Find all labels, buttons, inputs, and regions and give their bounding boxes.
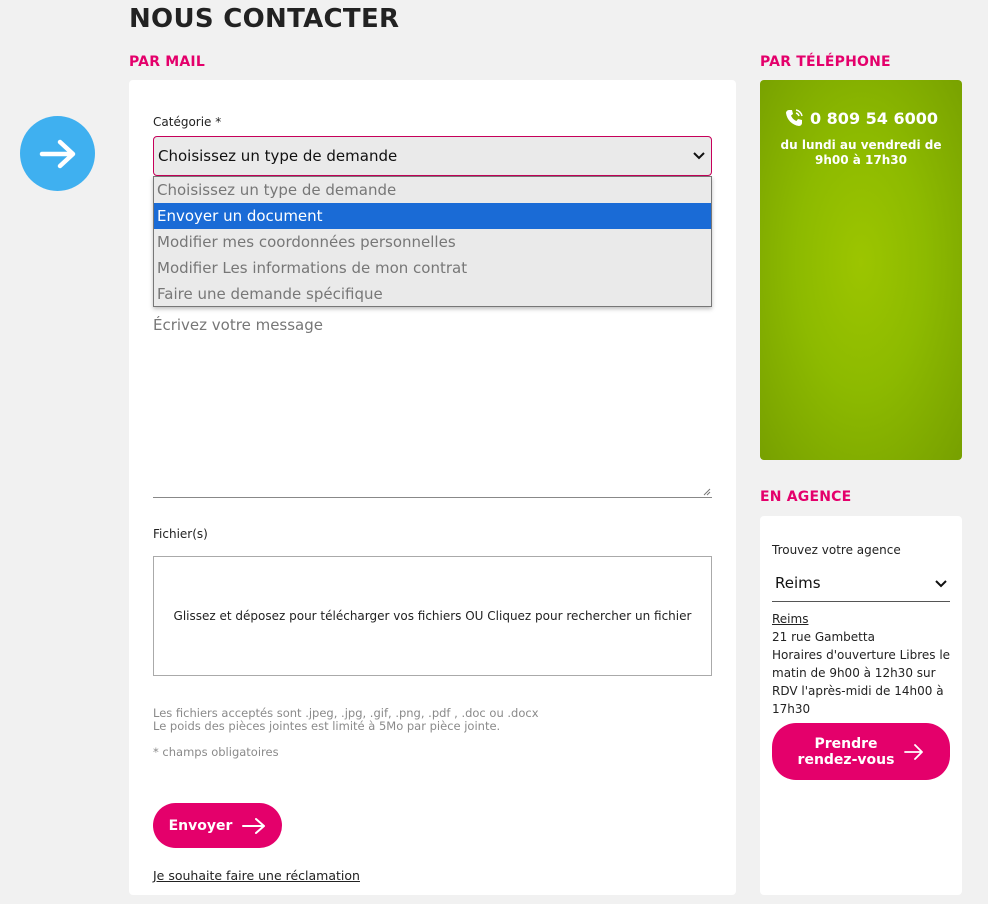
section-title-agency: EN AGENCE <box>760 489 852 505</box>
arrow-right-icon <box>39 139 75 168</box>
agency-address: 21 rue Gambetta <box>772 630 875 644</box>
category-select[interactable]: Choisissez un type de demande <box>153 136 712 176</box>
phone-number-text: 0 809 54 6000 <box>809 108 939 128</box>
section-title-mail: PAR MAIL <box>129 54 205 70</box>
phone-hours-line: 9h00 à 17h30 <box>815 153 907 167</box>
dropdown-option-highlighted[interactable]: Envoyer un document <box>154 203 711 229</box>
agency-hours: Horaires d'ouverture Libres le matin de … <box>772 648 951 716</box>
chevron-down-icon <box>693 152 705 160</box>
agency-name[interactable]: Reims <box>772 610 954 628</box>
category-dropdown-list: Choisissez un type de demande Envoyer un… <box>153 176 712 307</box>
chevron-down-icon <box>935 580 947 588</box>
arrow-right-icon <box>904 743 924 760</box>
dropzone-text: Glissez et déposez pour télécharger vos … <box>173 609 692 623</box>
rdv-label-line: Prendre <box>814 735 878 752</box>
agency-card: Trouvez votre agence Reims Reims 21 rue … <box>760 516 962 895</box>
category-label: Catégorie * <box>153 115 222 129</box>
mail-form-card: Catégorie * Choisissez un type de demand… <box>129 80 736 895</box>
scroll-next-button[interactable] <box>20 116 95 191</box>
dropdown-option[interactable]: Choisissez un type de demande <box>154 177 711 203</box>
size-limit-note: Le poids des pièces jointes est limité à… <box>153 719 501 733</box>
dropdown-option[interactable]: Faire une demande spécifique <box>154 281 711 307</box>
file-dropzone[interactable]: Glissez et déposez pour télécharger vos … <box>153 556 712 676</box>
page-title: NOUS CONTACTER <box>129 4 400 34</box>
section-title-phone: PAR TÉLÉPHONE <box>760 54 891 70</box>
phone-number[interactable]: 0 809 54 6000 <box>760 108 962 128</box>
message-textarea[interactable]: Écrivez votre message <box>153 316 712 498</box>
arrow-right-icon <box>242 817 266 834</box>
category-select-value: Choisissez un type de demande <box>158 147 398 165</box>
phone-card: 0 809 54 6000 du lundi au vendredi de 9h… <box>760 80 962 460</box>
rdv-button[interactable]: Prendre rendez-vous <box>772 723 950 780</box>
complaint-link[interactable]: Je souhaite faire une réclamation <box>153 868 360 883</box>
agency-info: Reims 21 rue Gambetta Horaires d'ouvertu… <box>772 610 954 718</box>
find-agency-label: Trouvez votre agence <box>772 543 901 557</box>
send-button-label: Envoyer <box>168 817 233 834</box>
agency-select[interactable]: Reims <box>772 566 950 602</box>
rdv-button-label: Prendre rendez-vous <box>798 736 895 768</box>
files-label: Fichier(s) <box>153 527 208 541</box>
dropdown-option[interactable]: Modifier mes coordonnées personnelles <box>154 229 711 255</box>
required-fields-note: * champs obligatoires <box>153 745 279 759</box>
phone-icon <box>785 109 803 126</box>
message-placeholder: Écrivez votre message <box>153 316 323 334</box>
rdv-label-line: rendez-vous <box>797 751 895 768</box>
resize-grip-icon[interactable] <box>701 486 711 496</box>
dropdown-option[interactable]: Modifier Les informations de mon contrat <box>154 255 711 281</box>
agency-select-value: Reims <box>775 574 821 592</box>
phone-hours: du lundi au vendredi de 9h00 à 17h30 <box>770 138 952 168</box>
phone-hours-line: du lundi au vendredi de <box>780 138 942 152</box>
send-button[interactable]: Envoyer <box>153 803 282 848</box>
